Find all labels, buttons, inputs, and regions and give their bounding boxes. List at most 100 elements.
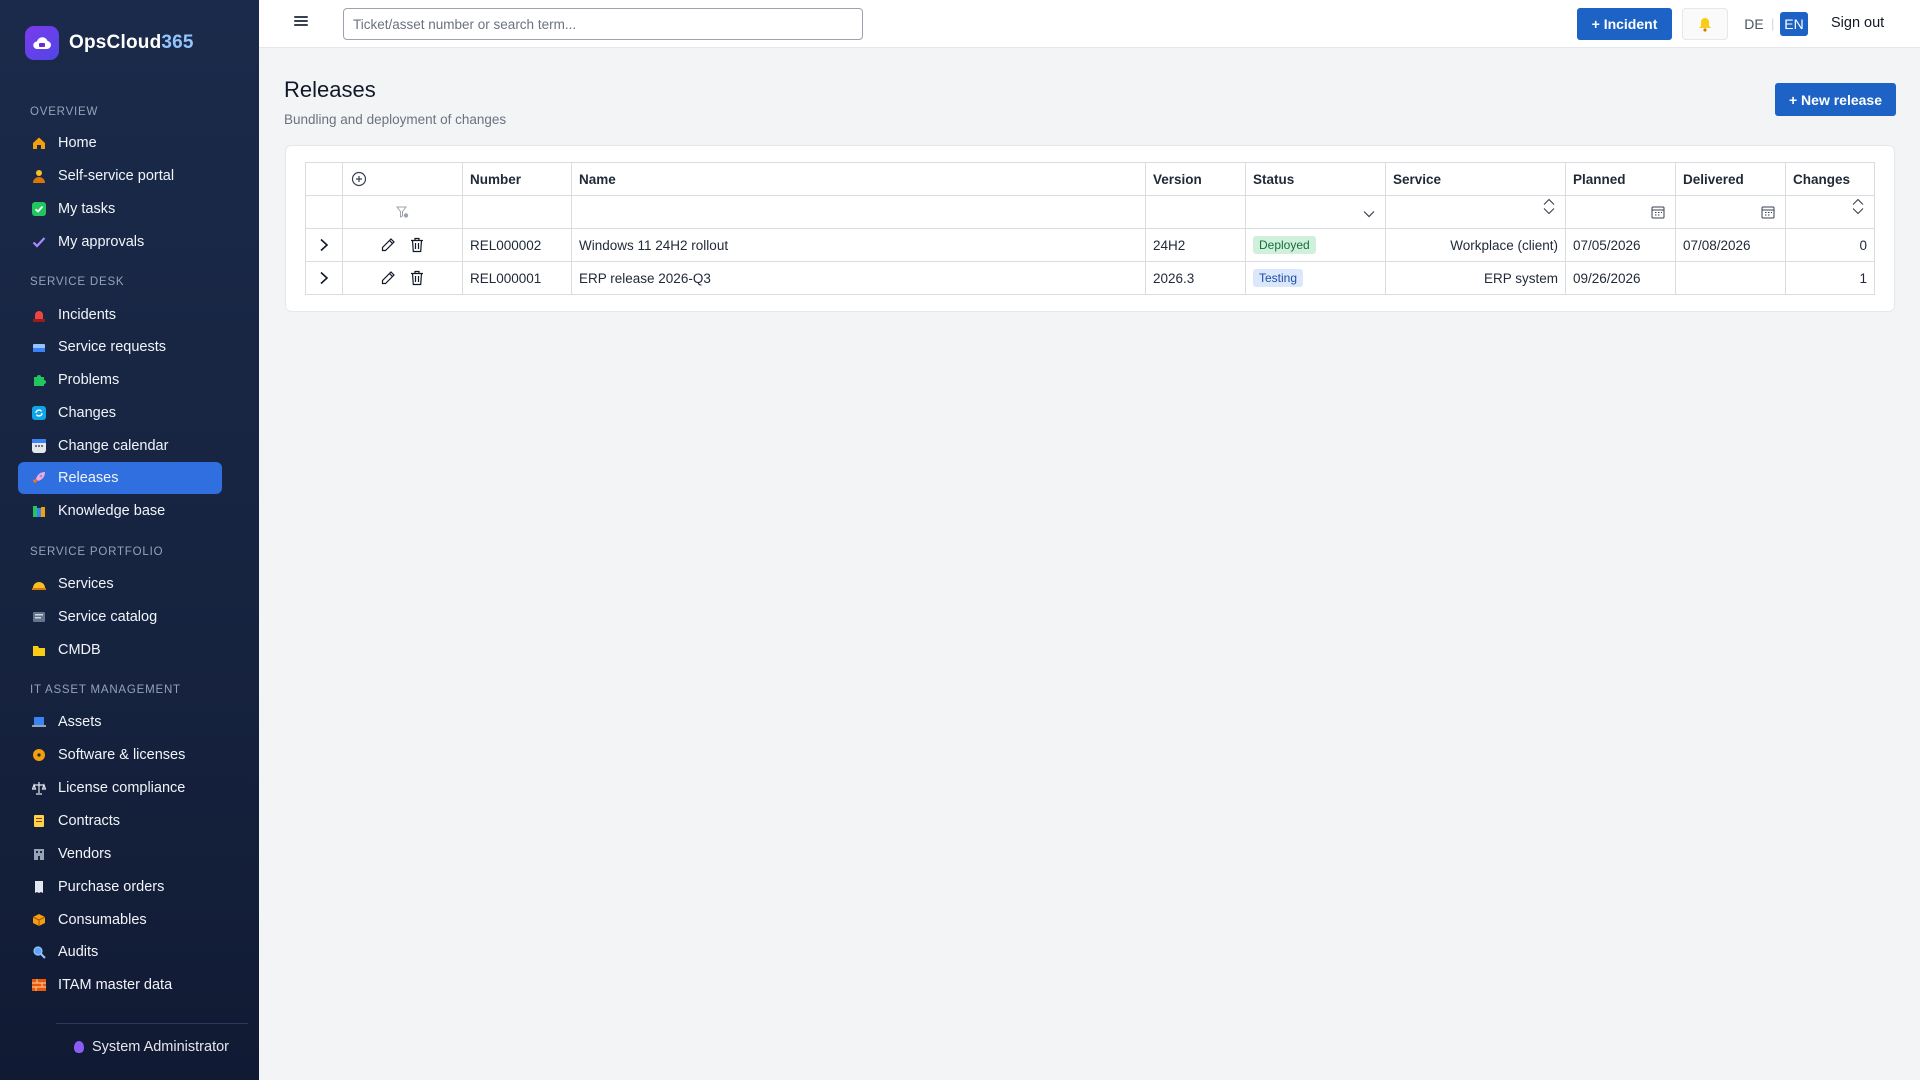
delete-trash-icon[interactable] [408,236,426,254]
books-icon [32,504,46,518]
table-row[interactable]: REL000001 ERP release 2026-Q3 2026.3 Tes… [305,261,1875,295]
filter-cell-clear [342,195,463,229]
sidebar-item-knowledge-base[interactable]: Knowledge base [18,495,222,527]
sidebar-item-problems[interactable]: Problems [18,364,222,396]
section-title-service-desk: SERVICE DESK [30,276,125,288]
add-circle-icon[interactable] [350,170,368,188]
spinner-control[interactable] [1852,198,1864,215]
filter-cell-empty [305,195,343,229]
sidebar-item-my-tasks[interactable]: My tasks [18,193,222,225]
status-badge: Deployed [1253,236,1316,254]
filter-status[interactable] [1245,195,1386,229]
sidebar-item-software-licenses[interactable]: Software & licenses [18,739,222,771]
new-release-button[interactable]: + New release [1775,83,1896,116]
disc-icon [32,748,46,762]
sidebar-item-service-requests[interactable]: Service requests [18,331,222,363]
edit-pencil-icon[interactable] [379,236,397,254]
brand[interactable]: OpsCloud365 [25,26,194,60]
sidebar-item-home[interactable]: Home [18,127,222,159]
sidebar-item-changes[interactable]: Changes [18,397,222,429]
sidebar-item-contracts[interactable]: Contracts [18,805,222,837]
sidebar-item-license-compliance[interactable]: License compliance [18,772,222,804]
sidebar-item-itam-master-data[interactable]: ITAM master data [18,969,222,1001]
sidebar-item-label: Purchase orders [58,879,165,895]
section-title-service-portfolio: SERVICE PORTFOLIO [30,546,164,558]
table-row[interactable]: REL000002 Windows 11 24H2 rollout 24H2 D… [305,228,1875,262]
sidebar-item-incidents[interactable]: Incidents [18,299,222,331]
sidebar-item-change-calendar[interactable]: Change calendar [18,430,222,462]
filter-service[interactable] [1385,195,1566,229]
search-input[interactable] [343,8,863,40]
column-header-planned[interactable]: Planned [1565,162,1676,196]
cell-version: 24H2 [1145,228,1246,262]
new-incident-button[interactable]: + Incident [1577,8,1672,40]
column-header-name[interactable]: Name [571,162,1146,196]
delete-trash-icon[interactable] [408,269,426,287]
releases-table: Number Name Version Status Service Plann… [305,162,1875,295]
sidebar-item-services[interactable]: Services [18,568,222,600]
header-row: Number Name Version Status Service Plann… [305,162,1875,196]
sidebar-item-self-service-portal[interactable]: Self-service portal [18,160,222,192]
column-header-status[interactable]: Status [1245,162,1386,196]
column-header-service[interactable]: Service [1385,162,1566,196]
expand-cell [305,261,343,295]
sidebar-item-assets[interactable]: Assets [18,706,222,738]
column-header-number[interactable]: Number [462,162,572,196]
bell-service-icon [32,577,46,591]
filter-number[interactable] [462,195,572,229]
magnifier-icon [32,945,46,959]
sidebar-item-label: Consumables [58,912,147,928]
sidebar-item-my-approvals[interactable]: My approvals [18,226,222,258]
cell-service: ERP system [1385,261,1566,295]
chevron-down-icon[interactable] [1543,207,1555,215]
filter-changes[interactable] [1785,195,1875,229]
chevron-right-icon[interactable] [315,269,333,287]
column-header-delivered[interactable]: Delivered [1675,162,1786,196]
sidebar-item-service-catalog[interactable]: Service catalog [18,601,222,633]
sidebar-item-releases[interactable]: Releases [18,462,222,494]
cell-planned: 09/26/2026 [1565,261,1676,295]
sign-out-link[interactable]: Sign out [1831,15,1884,31]
cell-number: REL000002 [462,228,572,262]
column-header-changes[interactable]: Changes [1785,162,1875,196]
sidebar-item-audits[interactable]: Audits [18,936,222,968]
cell-planned: 07/05/2026 [1565,228,1676,262]
chevron-up-icon[interactable] [1852,198,1864,206]
calendar-icon [32,439,46,453]
row-actions [342,228,463,262]
sidebar-item-consumables[interactable]: Consumables [18,904,222,936]
sidebar-item-purchase-orders[interactable]: Purchase orders [18,871,222,903]
language-en[interactable]: EN [1780,12,1808,36]
bell-icon [1699,17,1711,32]
chevron-up-icon[interactable] [1543,198,1555,206]
notifications-button[interactable] [1682,8,1728,40]
sidebar-item-vendors[interactable]: Vendors [18,838,222,870]
edit-pencil-icon[interactable] [379,269,397,287]
sidebar-item-label: Assets [58,714,102,730]
chevron-right-icon[interactable] [315,236,333,254]
cell-delivered: 07/08/2026 [1675,228,1786,262]
filter-name[interactable] [571,195,1146,229]
calendar-icon[interactable] [1651,205,1665,222]
sidebar-item-label: Changes [58,405,117,421]
check-box-icon [32,202,46,216]
clear-filter-icon[interactable] [394,203,412,221]
cloud-logo-icon [25,26,59,60]
filter-version[interactable] [1145,195,1246,229]
filter-planned[interactable] [1565,195,1676,229]
column-header-version[interactable]: Version [1145,162,1246,196]
filter-delivered[interactable] [1675,195,1786,229]
current-user[interactable]: System Administrator [74,1039,229,1055]
sidebar-item-cmdb[interactable]: CMDB [18,634,222,666]
spinner-control[interactable] [1543,198,1555,215]
row-actions [342,261,463,295]
sidebar-item-label: Knowledge base [58,503,166,519]
language-de[interactable]: DE [1742,12,1766,36]
calendar-icon[interactable] [1761,205,1775,222]
sidebar-item-label: CMDB [58,642,101,658]
cell-number: REL000001 [462,261,572,295]
chevron-down-icon[interactable] [1363,206,1375,221]
chevron-down-icon[interactable] [1852,207,1864,215]
sidebar-item-label: Service catalog [58,609,158,625]
hamburger-menu-icon[interactable] [294,14,308,28]
